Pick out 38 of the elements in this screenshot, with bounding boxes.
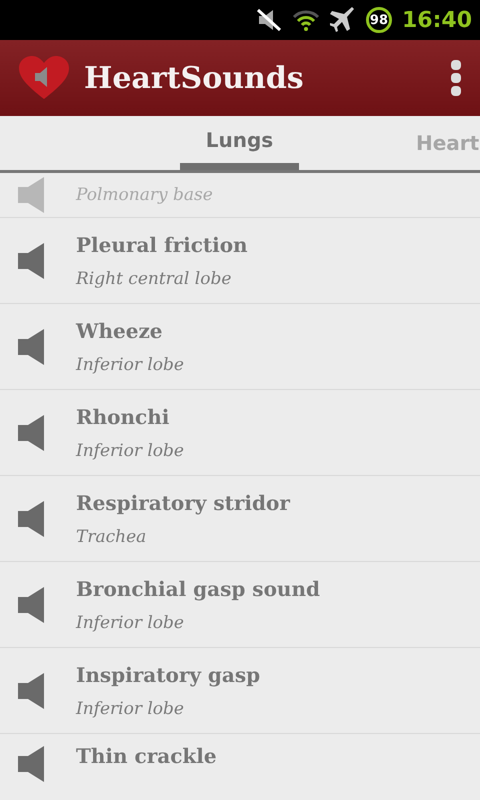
speaker-icon (16, 412, 46, 452)
item-subtitle: Right central lobe (76, 268, 232, 288)
airplane-icon (330, 7, 356, 33)
overflow-menu-icon[interactable] (450, 60, 462, 96)
item-title: Wheeze (76, 318, 164, 342)
item-title: Thin crackle (76, 744, 217, 768)
item-subtitle: Inferior lobe (76, 698, 185, 718)
list-item[interactable]: Wheeze Inferior lobe (0, 304, 480, 390)
app-title: HeartSounds (84, 60, 305, 96)
list-item[interactable]: Bronchial gasp sound Inferior lobe (0, 562, 480, 648)
list-item[interactable]: Pleural friction Right central lobe (0, 218, 480, 304)
list-item[interactable]: Respiratory stridor Trachea (0, 476, 480, 562)
mute-icon (256, 8, 282, 32)
item-subtitle: Inferior lobe (76, 440, 184, 460)
speaker-icon (16, 744, 46, 784)
wifi-icon (292, 8, 320, 32)
item-title: Bronchial gasp sound (76, 576, 320, 600)
clock-time: 16:40 (402, 8, 472, 32)
battery-level: 98 (366, 7, 392, 33)
speaker-icon (16, 584, 46, 624)
speaker-icon (16, 498, 46, 538)
list-item[interactable]: Rhonchi Inferior lobe (0, 390, 480, 476)
item-title: Inspiratory gasp (76, 662, 260, 686)
item-title: Pleural friction (76, 232, 248, 256)
tab[interactable]: Heart (416, 116, 480, 170)
speaker-icon (16, 670, 46, 710)
tab[interactable]: Lungs (180, 116, 299, 170)
list-item[interactable]: Inspiratory gasp Inferior lobe (0, 648, 480, 734)
speaker-icon (16, 326, 46, 366)
item-title: Rhonchi (76, 404, 170, 428)
speaker-icon (16, 175, 46, 215)
item-title: Respiratory stridor (76, 490, 290, 514)
item-subtitle: Inferior lobe (76, 612, 185, 632)
item-subtitle: Trachea (76, 526, 148, 546)
heart-speaker-icon (18, 55, 70, 101)
speaker-icon (16, 240, 46, 280)
item-subtitle: Polmonary base (76, 185, 213, 205)
item-subtitle: Inferior lobe (76, 354, 184, 374)
